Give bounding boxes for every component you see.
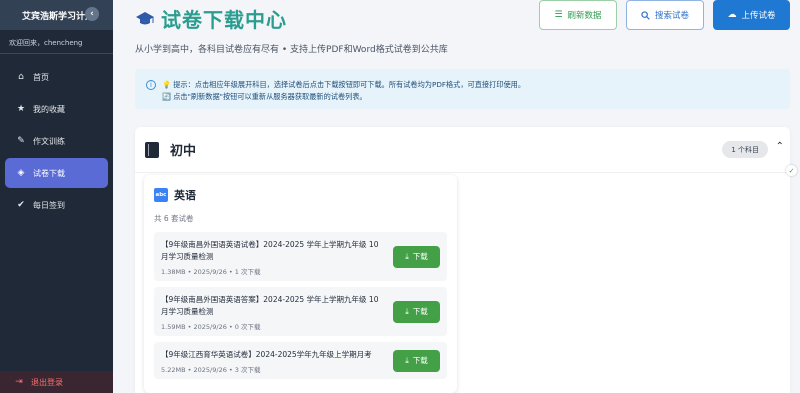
sidebar-item-label: 每日签到	[33, 200, 65, 210]
page-title: 试卷下载中心	[161, 8, 287, 32]
sidebar-item-writing[interactable]: ✎ 作文训练	[5, 126, 108, 156]
graduation-cap-icon	[136, 11, 154, 24]
logout-icon: ⇥	[15, 377, 23, 387]
sidebar-item-paper-download[interactable]: ◈ 试卷下载	[5, 158, 108, 188]
search-label: 搜索试卷	[654, 11, 689, 21]
sidebar-item-favorites[interactable]: ★ 我的收藏	[5, 94, 108, 124]
download-label: 下载	[412, 307, 428, 316]
subject-card: abc 英语 共 6 套试卷 【9年级南昌外国语英语试卷】2024-2025 学…	[144, 175, 457, 393]
chevron-up-icon[interactable]: ⌃	[776, 141, 784, 152]
refresh-label: 刷新数据	[567, 11, 602, 21]
logout-button[interactable]: ⇥ 退出登录	[0, 371, 113, 393]
check-circle-icon: ✔	[17, 200, 25, 210]
grade-title: 初中	[170, 144, 197, 159]
tip-box: i 💡 提示：点击相应年级展开科目，选择试卷后点击下载按钮即可下载。所有试卷均为…	[135, 69, 790, 109]
sidebar-item-home[interactable]: ⌂ 首页	[5, 62, 108, 92]
download-button[interactable]: ⤓ 下载	[393, 349, 440, 372]
pencil-icon: ✎	[17, 136, 25, 146]
download-label: 下载	[412, 356, 428, 365]
sidebar: 艾宾浩斯学习计划 ‹ 欢迎回来，chencheng ⌂ 首页 ★ 我的收藏 ✎ …	[0, 0, 113, 393]
info-icon: i	[146, 80, 156, 90]
book-icon	[145, 141, 159, 158]
paper-count: 共 6 套试卷	[154, 214, 194, 223]
cloud-upload-icon: ☁	[727, 10, 737, 20]
subject-card-header: abc 英语	[154, 185, 447, 205]
grade-section: 初中 1 个科目 ⌃ abc 英语 共 6 套试卷 【9年级南昌外国语英语试卷】…	[135, 127, 790, 393]
filter-icon: ☰	[554, 10, 563, 20]
sidebar-item-label: 试卷下载	[33, 168, 65, 178]
subject-count-badge: 1 个科目	[722, 141, 768, 158]
sidebar-item-label: 我的收藏	[33, 104, 65, 114]
main-content: 试卷下载中心 从小学到高中，各科目试卷应有尽有 • 支持上传PDF和Word格式…	[113, 0, 800, 393]
app-title: 艾宾浩斯学习计划	[22, 11, 95, 22]
sidebar-item-checkin[interactable]: ✔ 每日签到	[5, 190, 108, 220]
logout-label: 退出登录	[31, 377, 63, 387]
list-item: 【9年级南昌外国语英语答案】2024-2025 学年上学期九年级 10 月学习质…	[154, 287, 447, 336]
chevron-left-icon[interactable]: ‹	[85, 7, 99, 21]
extension-check-icon[interactable]: ✓	[786, 165, 797, 176]
download-button[interactable]: ⤓ 下载	[393, 300, 440, 323]
refresh-button[interactable]: ☰ 刷新数据	[539, 0, 617, 30]
abc-icon: abc	[154, 188, 168, 202]
tip-line-2: 🔄 点击"刷新数据"按钮可以重新从服务器获取最新的试卷列表。	[162, 92, 367, 101]
download-button[interactable]: ⤓ 下载	[393, 245, 440, 268]
home-icon: ⌂	[18, 72, 24, 82]
layers-icon: ◈	[17, 168, 25, 178]
star-icon: ★	[16, 104, 26, 114]
upload-button[interactable]: ☁ 上传试卷	[713, 0, 790, 30]
paper-title: 【9年级江西育华英语试卷】2024-2025学年九年级上学期月考	[161, 350, 372, 359]
sidebar-item-label: 首页	[33, 72, 49, 82]
sidebar-item-label: 作文训练	[33, 136, 65, 146]
welcome-text: 欢迎回来，chencheng	[0, 30, 113, 54]
tip-line-1: 💡 提示：点击相应年级展开科目，选择试卷后点击下载按钮即可下载。所有试卷均为PD…	[162, 80, 526, 89]
upload-label: 上传试卷	[741, 11, 776, 21]
page-title-row: 试卷下载中心	[135, 4, 287, 33]
paper-meta: 1.59MB • 2025/9/26 • 0 次下载	[161, 323, 261, 331]
download-icon: ⤓	[405, 355, 409, 365]
subject-title: 英语	[174, 189, 196, 202]
paper-meta: 1.38MB • 2025/9/26 • 1 次下载	[161, 268, 261, 276]
sidebar-nav: ⌂ 首页 ★ 我的收藏 ✎ 作文训练 ◈ 试卷下载 ✔ 每日签到	[0, 62, 113, 220]
download-icon: ⤓	[405, 251, 409, 261]
list-item: 【9年级南昌外国语英语试卷】2024-2025 学年上学期九年级 10 月学习质…	[154, 232, 447, 281]
paper-title: 【9年级南昌外国语英语试卷】2024-2025 学年上学期九年级 10 月学习质…	[161, 240, 379, 261]
list-item: 【9年级江西育华英语试卷】2024-2025学年九年级上学期月考 5.22MB …	[154, 342, 447, 379]
grade-section-header[interactable]: 初中 1 个科目 ⌃	[135, 127, 790, 173]
sidebar-header: 艾宾浩斯学习计划 ‹	[0, 0, 113, 30]
paper-title: 【9年级南昌外国语英语答案】2024-2025 学年上学期九年级 10 月学习质…	[161, 295, 379, 316]
paper-meta: 5.22MB • 2025/9/26 • 3 次下载	[161, 366, 261, 374]
download-label: 下载	[412, 252, 428, 261]
search-icon	[641, 10, 650, 20]
download-icon: ⤓	[405, 306, 409, 316]
search-button[interactable]: 搜索试卷	[626, 0, 704, 30]
page-subtitle: 从小学到高中，各科目试卷应有尽有 • 支持上传PDF和Word格式试卷到公共库	[135, 45, 448, 55]
